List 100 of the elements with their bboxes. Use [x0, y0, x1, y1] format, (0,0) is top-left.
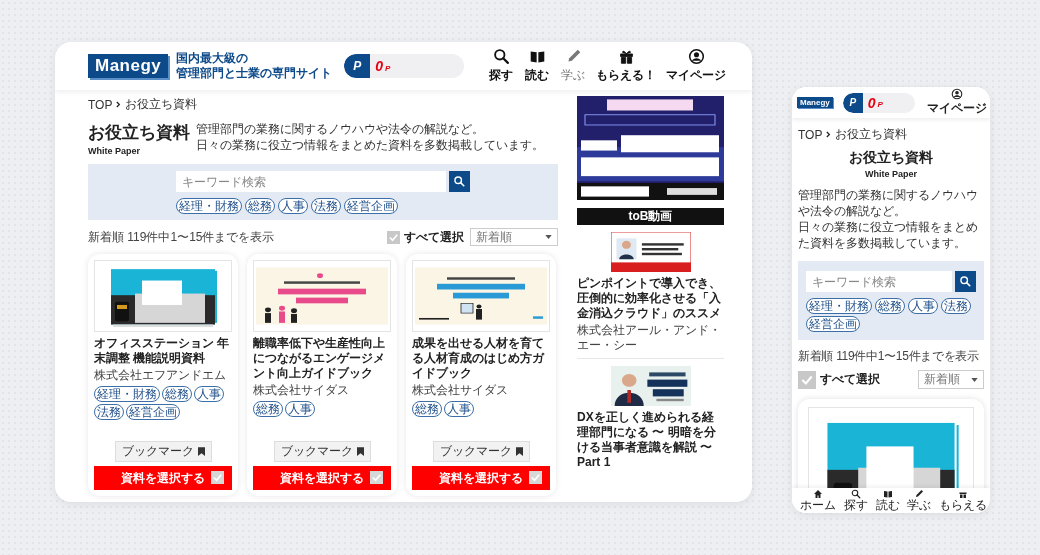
- checkbox[interactable]: [387, 230, 400, 244]
- category-tag[interactable]: 法務: [941, 298, 971, 314]
- category-tag[interactable]: 人事: [444, 401, 474, 417]
- check-icon: [212, 472, 223, 483]
- search-button[interactable]: [449, 171, 470, 192]
- document-title[interactable]: オフィスステーション 年末調整 機能説明資料: [94, 336, 232, 366]
- points-unit: P: [385, 63, 391, 73]
- user-icon: [951, 88, 963, 100]
- nav-item[interactable]: 読む: [875, 488, 900, 513]
- video-title[interactable]: ピンポイントで導入でき、圧倒的に効率化させる「入金消込クラウド」のススメ: [577, 276, 724, 321]
- select-all-label[interactable]: すべて選択: [404, 228, 464, 246]
- category-tag[interactable]: 総務: [412, 401, 442, 417]
- category-tag[interactable]: 経理・財務: [94, 386, 160, 402]
- bookmark-button[interactable]: ブックマーク: [432, 441, 530, 462]
- breadcrumb-current: お役立ち資料: [125, 96, 198, 113]
- gift-icon: [617, 48, 635, 65]
- video-title[interactable]: DXを正しく進められる経理部門になる 〜 明暗を分ける当事者意識を解説 〜 Part 1: [577, 410, 724, 470]
- section-title: toB動画: [628, 208, 673, 225]
- search-field[interactable]: キーワード検索: [176, 171, 446, 192]
- description-text: 日々の業務に役立つ情報をまとめた資料を多数掲載しています。: [196, 137, 544, 153]
- page-subtitle: White Paper: [864, 169, 918, 179]
- nav-item[interactable]: 学ぶ: [907, 488, 932, 513]
- results-summary: 新着順 119件中1〜15件までを表示: [798, 348, 980, 365]
- description-text: 管理部門の業務に関するノウハウや法令の解説など。: [798, 187, 979, 219]
- category-tag[interactable]: 総務: [245, 198, 275, 214]
- category-tag[interactable]: 経営企画: [344, 198, 398, 214]
- category-tag[interactable]: 経営企画: [126, 404, 180, 420]
- page-subtitle: White Paper: [88, 146, 141, 156]
- breadcrumb-link[interactable]: TOP: [88, 97, 113, 112]
- document-title[interactable]: 離職率低下や生産性向上につながるエンゲージメント向上ガイドブック: [253, 336, 391, 381]
- user-icon: [687, 48, 705, 65]
- category-tag[interactable]: 人事: [278, 198, 308, 214]
- category-tag[interactable]: 総務: [162, 386, 192, 402]
- chevron-icon: [826, 131, 832, 138]
- nav-item[interactable]: マイページ: [666, 48, 726, 84]
- bookmark-icon: [356, 447, 364, 456]
- logo[interactable]: Manegy: [88, 54, 169, 78]
- select-document-button[interactable]: 資料を選択する: [253, 466, 391, 490]
- points-badge: P: [344, 54, 371, 78]
- company-name: 株式会社サイダス: [412, 383, 509, 398]
- select-document-button[interactable]: 資料を選択する: [412, 466, 550, 490]
- company-name: 株式会社サイダス: [253, 383, 350, 398]
- category-tag[interactable]: 総務: [253, 401, 283, 417]
- category-tag[interactable]: 経理・財務: [176, 198, 242, 214]
- check-icon: [530, 472, 541, 483]
- page-title: お役立ち資料: [88, 122, 188, 144]
- bookmark-button[interactable]: ブックマーク: [273, 441, 371, 462]
- search-icon: [453, 175, 466, 188]
- bookmark-icon: [515, 447, 523, 456]
- search-field[interactable]: キーワード検索: [806, 271, 952, 292]
- description-text: 管理部門の業務に関するノウハウや法令の解説など。: [196, 121, 485, 137]
- description-text: 日々の業務に役立つ情報をまとめた資料を多数掲載しています。: [798, 219, 979, 251]
- home-icon: [813, 489, 823, 499]
- category-tag[interactable]: 法務: [311, 198, 341, 214]
- nav-item[interactable]: 読む: [524, 48, 550, 84]
- category-tag[interactable]: 法務: [94, 404, 124, 420]
- nav-item[interactable]: 探す: [843, 488, 868, 513]
- logo[interactable]: Manegy: [797, 97, 833, 108]
- search-icon: [850, 489, 861, 499]
- nav-item[interactable]: もらえる！: [596, 48, 656, 84]
- breadcrumb-link[interactable]: TOP: [798, 127, 823, 142]
- caret-icon: [971, 377, 978, 382]
- tagline: 国内最大級の: [176, 51, 250, 66]
- checkbox[interactable]: [370, 471, 383, 484]
- checkbox[interactable]: [529, 471, 542, 484]
- sort-dropdown[interactable]: 新着順: [470, 228, 558, 246]
- category-tag[interactable]: 人事: [285, 401, 315, 417]
- check-icon: [388, 231, 399, 243]
- checkbox[interactable]: [211, 471, 224, 484]
- company-name: 株式会社エフアンドエム: [94, 368, 227, 383]
- nav-item[interactable]: もらえる: [939, 488, 987, 513]
- nav-item[interactable]: 探す: [488, 48, 514, 84]
- points-badge: P: [842, 92, 863, 113]
- category-tag[interactable]: 人事: [194, 386, 224, 402]
- category-tag[interactable]: 経営企画: [806, 316, 860, 332]
- company-name: 株式会社アール・アンド・エー・シー: [577, 323, 722, 353]
- caret-icon: [545, 235, 552, 239]
- points-value: 0: [867, 94, 876, 111]
- checkbox[interactable]: [798, 370, 816, 389]
- category-tag[interactable]: 経理・財務: [806, 298, 872, 314]
- points-value: 0: [375, 58, 384, 74]
- nav-item[interactable]: ホーム: [800, 488, 836, 513]
- check-icon: [371, 472, 382, 483]
- search-icon: [492, 48, 510, 65]
- category-tag[interactable]: 人事: [908, 298, 938, 314]
- chevron-icon: [116, 101, 122, 108]
- breadcrumb-current: お役立ち資料: [835, 126, 908, 143]
- bookmark-button[interactable]: ブックマーク: [114, 441, 212, 462]
- tagline: 管理部門と士業の専門サイト: [176, 66, 333, 81]
- search-button[interactable]: [955, 271, 976, 292]
- sort-dropdown[interactable]: 新着順: [918, 370, 984, 389]
- page-title: お役立ち資料: [848, 149, 934, 167]
- category-tag[interactable]: 総務: [875, 298, 905, 314]
- select-document-button[interactable]: 資料を選択する: [94, 466, 232, 490]
- document-title[interactable]: 成果を出せる人材を育てる人材育成のはじめ方ガイドブック: [412, 336, 550, 381]
- points-unit: P: [877, 100, 883, 109]
- select-all-label[interactable]: すべて選択: [820, 371, 880, 388]
- bookmark-icon: [197, 447, 205, 456]
- my-page-button[interactable]: マイページ: [927, 88, 987, 117]
- search-icon: [959, 275, 972, 288]
